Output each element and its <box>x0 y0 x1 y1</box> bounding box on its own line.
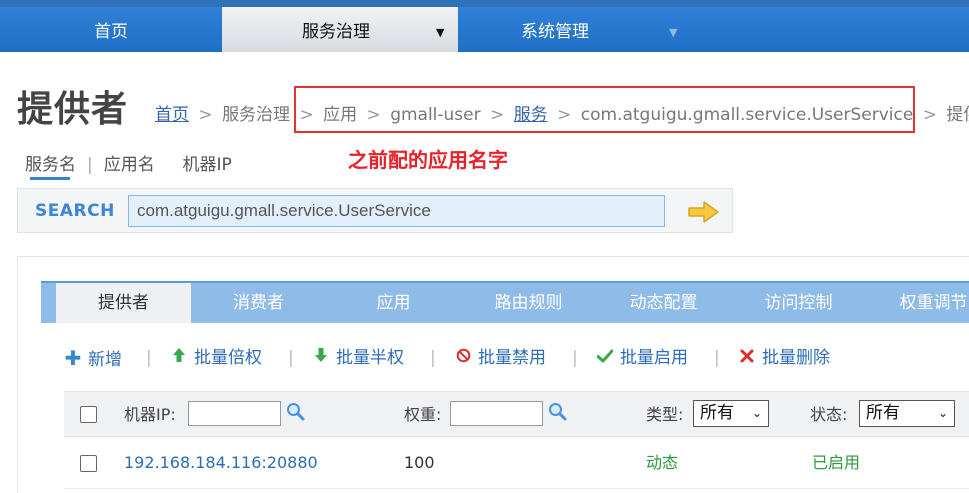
plus-icon: ✚ <box>64 346 82 370</box>
type-filter-select[interactable]: 所有 ⌄ <box>693 400 769 427</box>
breadcrumb-current: 提供者 <box>946 105 969 125</box>
breadcrumb-separator: > <box>922 105 937 125</box>
tab-consumers[interactable]: 消费者 <box>191 283 326 323</box>
status-filter-label: 状态: <box>810 405 848 424</box>
disable-label: 批量禁用 <box>478 348 546 368</box>
status-filter-select[interactable]: 所有 ⌄ <box>859 400 955 427</box>
half-weight-button[interactable]: 批量半权 <box>312 343 404 373</box>
arrow-down-icon <box>312 343 330 373</box>
ban-icon <box>454 343 472 373</box>
provider-status: 已启用 <box>812 453 861 472</box>
weight-filter-input[interactable] <box>450 401 543 426</box>
detail-tabs: 提供者 消费者 应用 路由规则 动态配置 访问控制 权重调节 <box>41 281 969 323</box>
breadcrumb-separator: > <box>198 105 213 125</box>
add-button[interactable]: ✚ 新增 <box>64 343 122 375</box>
chevron-down-icon: ▼ <box>669 26 678 39</box>
type-filter-value: 所有 <box>700 403 734 423</box>
search-type-spacer: | <box>166 155 172 175</box>
main-nav: 首页 服务治理 ▼ 系统管理 ▼ <box>0 7 969 52</box>
provider-type: 动态 <box>646 453 679 472</box>
tab-access-control[interactable]: 访问控制 <box>731 283 866 323</box>
toolbar-separator: | <box>430 348 436 368</box>
annotation-note: 之前配的应用名字 <box>348 148 508 172</box>
tab-routes[interactable]: 路由规则 <box>461 283 596 323</box>
tab-overrides[interactable]: 动态配置 <box>596 283 731 323</box>
disable-button[interactable]: 批量禁用 <box>454 343 546 373</box>
tab-weights[interactable]: 权重调节 <box>866 283 969 323</box>
select-all-checkbox[interactable] <box>80 406 97 423</box>
breadcrumb-governance: 服务治理 <box>222 105 291 125</box>
arrow-up-icon <box>170 343 188 373</box>
toolbar-separator: | <box>572 348 578 368</box>
search-type-ip[interactable]: 机器IP <box>182 155 231 175</box>
provider-weight: 100 <box>404 453 435 472</box>
enable-label: 批量启用 <box>620 348 688 368</box>
search-type-app[interactable]: 应用名 <box>104 155 155 175</box>
search-icon[interactable] <box>285 401 307 423</box>
status-filter-value: 所有 <box>866 403 900 423</box>
check-icon <box>596 343 614 373</box>
search-input[interactable] <box>128 195 665 227</box>
add-button-label: 新增 <box>88 350 122 370</box>
double-weight-label: 批量倍权 <box>194 348 262 368</box>
tab-providers[interactable]: 提供者 <box>56 283 191 323</box>
delete-button[interactable]: 批量删除 <box>738 343 830 373</box>
table-row: 192.168.184.116:20880 100 动态 已启用 <box>64 437 969 489</box>
chevron-down-icon: ▼ <box>436 26 445 39</box>
search-icon[interactable] <box>547 401 569 423</box>
row-checkbox[interactable] <box>80 455 97 472</box>
double-weight-button[interactable]: 批量倍权 <box>170 343 262 373</box>
table-header: 机器IP: 权重: 类型: 所有 ⌄ 状态: 所有 ⌄ <box>64 391 969 437</box>
provider-address-link[interactable]: 192.168.184.116:20880 <box>124 437 318 489</box>
x-icon <box>738 343 756 373</box>
toolbar-separator: | <box>714 348 720 368</box>
ip-filter-input[interactable] <box>188 401 281 426</box>
arrow-right-icon[interactable] <box>687 199 721 225</box>
nav-item-system-label: 系统管理 <box>521 22 589 42</box>
half-weight-label: 批量半权 <box>336 348 404 368</box>
chevron-down-icon: ⌄ <box>751 406 762 420</box>
toolbar-separator: | <box>146 348 152 368</box>
breadcrumb-home-link[interactable]: 首页 <box>155 105 189 125</box>
chevron-down-icon: ⌄ <box>937 406 948 420</box>
toolbar-separator: | <box>288 348 294 368</box>
nav-item-home[interactable]: 首页 <box>0 7 222 52</box>
search-type-separator: | <box>87 155 93 175</box>
page-title: 提供者 <box>17 89 129 130</box>
tab-applications[interactable]: 应用 <box>326 283 461 323</box>
nav-item-governance[interactable]: 服务治理 ▼ <box>222 7 458 52</box>
search-type-service[interactable]: 服务名 <box>25 155 76 175</box>
nav-item-system[interactable]: 系统管理 ▼ <box>458 7 694 52</box>
search-bar: SEARCH <box>17 188 733 233</box>
weight-filter-label: 权重: <box>404 405 442 424</box>
nav-item-governance-label: 服务治理 <box>302 22 370 42</box>
delete-label: 批量删除 <box>762 348 830 368</box>
search-type-active-indicator <box>30 177 70 180</box>
ip-filter-label: 机器IP: <box>124 405 176 424</box>
search-label: SEARCH <box>35 201 115 221</box>
type-filter-label: 类型: <box>646 405 684 424</box>
annotation-highlight-box <box>294 86 915 133</box>
enable-button[interactable]: 批量启用 <box>596 343 688 373</box>
search-type-tabs: 服务名 | 应用名 | 机器IP <box>25 150 232 175</box>
